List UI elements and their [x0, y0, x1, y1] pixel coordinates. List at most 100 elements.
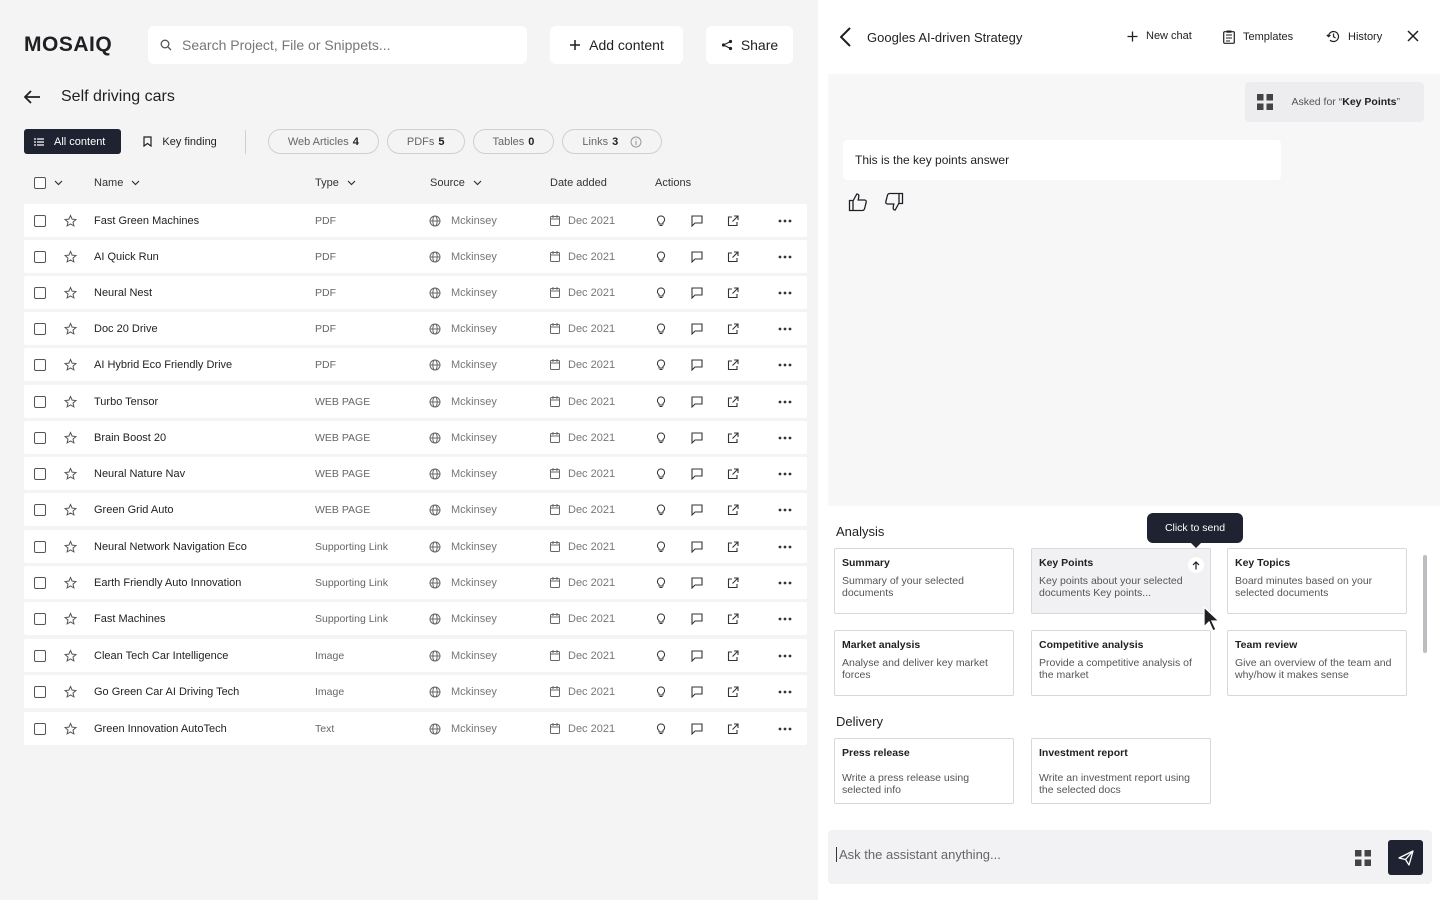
- more-options-icon[interactable]: [778, 255, 792, 259]
- comment-icon[interactable]: [691, 286, 703, 299]
- lightbulb-icon[interactable]: [656, 467, 666, 480]
- row-name[interactable]: Neural Nature Nav: [94, 468, 185, 480]
- table-row[interactable]: Go Green Car AI Driving Tech Image Mckin…: [24, 675, 807, 708]
- lightbulb-icon[interactable]: [656, 214, 666, 227]
- row-name[interactable]: Doc 20 Drive: [94, 323, 158, 335]
- column-source[interactable]: Source: [430, 177, 482, 189]
- comment-icon[interactable]: [691, 649, 703, 662]
- row-name[interactable]: Green Innovation AutoTech: [94, 723, 227, 735]
- open-external-icon[interactable]: [727, 322, 739, 335]
- row-name[interactable]: Fast Machines: [94, 613, 166, 625]
- comment-icon[interactable]: [691, 576, 703, 589]
- chip-web-articles[interactable]: Web Articles 4: [267, 129, 379, 154]
- search-bar[interactable]: [148, 26, 527, 64]
- row-checkbox[interactable]: [34, 503, 46, 516]
- more-options-icon[interactable]: [778, 545, 792, 549]
- template-card-competitive-analysis[interactable]: Competitive analysis Provide a competiti…: [1031, 630, 1211, 696]
- row-checkbox[interactable]: [34, 431, 46, 444]
- open-external-icon[interactable]: [727, 467, 739, 480]
- table-row[interactable]: Green Innovation AutoTech Text Mckinsey …: [24, 712, 807, 745]
- row-name[interactable]: Green Grid Auto: [94, 504, 174, 516]
- chevron-down-icon[interactable]: [54, 180, 63, 186]
- star-icon[interactable]: [64, 540, 77, 553]
- lightbulb-icon[interactable]: [656, 322, 666, 335]
- more-options-icon[interactable]: [778, 327, 792, 331]
- chevron-left-icon[interactable]: [840, 27, 851, 47]
- send-button[interactable]: [1388, 840, 1423, 875]
- row-name[interactable]: Fast Green Machines: [94, 215, 199, 227]
- star-icon[interactable]: [64, 322, 77, 335]
- template-card-press-release[interactable]: Press release Write a press release usin…: [834, 738, 1014, 804]
- lightbulb-icon[interactable]: [656, 286, 666, 299]
- star-icon[interactable]: [64, 685, 77, 698]
- more-options-icon[interactable]: [778, 727, 792, 731]
- open-external-icon[interactable]: [727, 395, 739, 408]
- comment-icon[interactable]: [691, 685, 703, 698]
- template-card-investment-report[interactable]: Investment report Write an investment re…: [1031, 738, 1211, 804]
- row-name[interactable]: Brain Boost 20: [94, 432, 166, 444]
- table-row[interactable]: AI Hybrid Eco Friendly Drive PDF Mckinse…: [24, 348, 807, 381]
- thumbs-down-icon[interactable]: [884, 192, 904, 212]
- lightbulb-icon[interactable]: [656, 431, 666, 444]
- open-external-icon[interactable]: [727, 286, 739, 299]
- star-icon[interactable]: [64, 286, 77, 299]
- comment-icon[interactable]: [691, 467, 703, 480]
- row-checkbox[interactable]: [34, 214, 46, 227]
- open-external-icon[interactable]: [727, 612, 739, 625]
- lightbulb-icon[interactable]: [656, 503, 666, 516]
- star-icon[interactable]: [64, 250, 77, 263]
- lightbulb-icon[interactable]: [656, 250, 666, 263]
- chip-links[interactable]: Links 3: [562, 129, 663, 154]
- column-date[interactable]: Date added: [550, 177, 607, 189]
- comment-icon[interactable]: [691, 358, 703, 371]
- info-icon[interactable]: [630, 136, 642, 148]
- row-name[interactable]: Neural Nest: [94, 287, 152, 299]
- select-all-checkbox[interactable]: [34, 177, 46, 189]
- more-options-icon[interactable]: [778, 508, 792, 512]
- more-options-icon[interactable]: [778, 472, 792, 476]
- row-name[interactable]: Earth Friendly Auto Innovation: [94, 577, 241, 589]
- open-external-icon[interactable]: [727, 722, 739, 735]
- row-name[interactable]: Clean Tech Car Intelligence: [94, 650, 228, 662]
- more-options-icon[interactable]: [778, 617, 792, 621]
- open-external-icon[interactable]: [727, 503, 739, 516]
- table-row[interactable]: Brain Boost 20 WEB PAGE Mckinsey Dec 202…: [24, 421, 807, 454]
- star-icon[interactable]: [64, 649, 77, 662]
- row-name[interactable]: Neural Network Navigation Eco: [94, 541, 247, 553]
- open-external-icon[interactable]: [727, 649, 739, 662]
- row-checkbox[interactable]: [34, 540, 46, 553]
- table-row[interactable]: Clean Tech Car Intelligence Image Mckins…: [24, 639, 807, 672]
- row-checkbox[interactable]: [34, 250, 46, 263]
- row-checkbox[interactable]: [34, 722, 46, 735]
- comment-icon[interactable]: [691, 431, 703, 444]
- template-card-market-analysis[interactable]: Market analysis Analyse and deliver key …: [834, 630, 1014, 696]
- more-options-icon[interactable]: [778, 436, 792, 440]
- table-row[interactable]: Fast Machines Supporting Link Mckinsey D…: [24, 602, 807, 635]
- more-options-icon[interactable]: [778, 291, 792, 295]
- row-name[interactable]: AI Hybrid Eco Friendly Drive: [94, 359, 232, 371]
- lightbulb-icon[interactable]: [656, 685, 666, 698]
- more-options-icon[interactable]: [778, 400, 792, 404]
- table-row[interactable]: Fast Green Machines PDF Mckinsey Dec 202…: [24, 204, 807, 237]
- lightbulb-icon[interactable]: [656, 358, 666, 371]
- column-name[interactable]: Name: [94, 177, 140, 189]
- star-icon[interactable]: [64, 576, 77, 589]
- comment-icon[interactable]: [691, 722, 703, 735]
- star-icon[interactable]: [64, 612, 77, 625]
- row-checkbox[interactable]: [34, 467, 46, 480]
- chat-input[interactable]: [836, 847, 1336, 862]
- more-options-icon[interactable]: [778, 219, 792, 223]
- star-icon[interactable]: [64, 467, 77, 480]
- comment-icon[interactable]: [691, 612, 703, 625]
- send-arrow-icon[interactable]: [1188, 557, 1204, 573]
- open-external-icon[interactable]: [727, 685, 739, 698]
- template-card-summary[interactable]: Summary Summary of your selected documen…: [834, 548, 1014, 614]
- templates-button[interactable]: Templates: [1223, 30, 1293, 44]
- chip-pdfs[interactable]: PDFs 5: [386, 129, 465, 154]
- star-icon[interactable]: [64, 503, 77, 516]
- row-checkbox[interactable]: [34, 649, 46, 662]
- table-row[interactable]: Green Grid Auto WEB PAGE Mckinsey Dec 20…: [24, 493, 807, 526]
- table-row[interactable]: Doc 20 Drive PDF Mckinsey Dec 2021: [24, 312, 807, 345]
- comment-icon[interactable]: [691, 322, 703, 335]
- column-type[interactable]: Type: [315, 177, 356, 189]
